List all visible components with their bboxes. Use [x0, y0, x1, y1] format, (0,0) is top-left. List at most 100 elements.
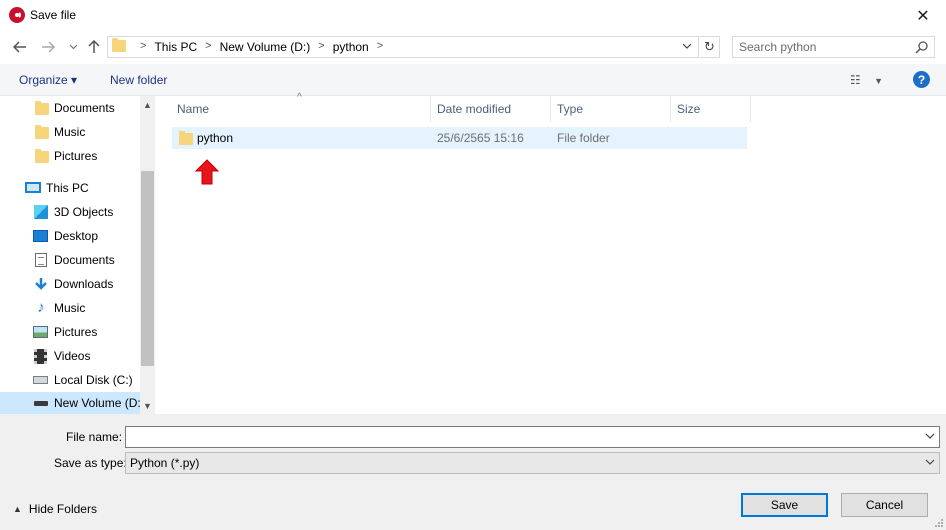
resize-grip-icon[interactable] — [934, 518, 944, 528]
breadcrumb-python[interactable]: python — [333, 40, 369, 54]
column-divider[interactable] — [750, 96, 751, 122]
scroll-down-icon[interactable]: ▼ — [140, 397, 155, 414]
new-folder-button[interactable]: New folder — [110, 73, 167, 87]
scrollbar-thumb[interactable] — [141, 171, 154, 366]
file-name: python — [197, 131, 234, 145]
column-header-name[interactable]: Name — [170, 96, 430, 122]
document-icon — [35, 253, 47, 267]
scroll-up-icon[interactable]: ▲ — [140, 96, 155, 113]
column-header-label: Name — [177, 102, 210, 116]
cube-icon — [34, 205, 48, 219]
sidebar-item-new-volume-d[interactable]: New Volume (D:) — [0, 392, 145, 414]
up-arrow-icon[interactable] — [85, 38, 103, 56]
sidebar-item-videos[interactable]: Videos — [0, 345, 140, 367]
sidebar-item-label: Pictures — [54, 325, 98, 339]
sidebar-item-label: Desktop — [54, 229, 99, 243]
address-bar[interactable]: > This PC > New Volume (D:) > python > — [107, 36, 699, 58]
sidebar-item-this-pc[interactable]: This PC — [0, 177, 140, 199]
breadcrumb-separator-icon: > — [318, 40, 325, 52]
breadcrumb-new-volume[interactable]: New Volume (D:) — [220, 40, 311, 54]
sidebar-item-3d-objects[interactable]: 3D Objects — [0, 201, 140, 223]
chevron-down-icon: ▼ — [874, 76, 884, 86]
sidebar-item-music-quick[interactable]: Music — [0, 121, 140, 143]
navigation-pane: Documents Music Pictures This PC 3D Obje… — [0, 96, 155, 414]
download-icon — [35, 278, 47, 290]
refresh-icon[interactable]: ↻ — [700, 36, 720, 58]
file-name-field[interactable] — [125, 426, 940, 448]
column-header-label: Date modified — [437, 102, 512, 116]
command-bar: Organize ▾ New folder ☷ ▼ ? — [0, 64, 946, 96]
sidebar-item-desktop[interactable]: Desktop — [0, 225, 140, 247]
save-as-type-select[interactable]: Python (*.py) — [125, 452, 940, 474]
sidebar-item-label: Music — [54, 125, 86, 139]
search-box[interactable] — [732, 36, 935, 58]
column-header-date-modified[interactable]: Date modified — [430, 96, 550, 122]
column-header-type[interactable]: Type — [550, 96, 670, 122]
sidebar-item-music[interactable]: ♪ Music — [0, 297, 140, 319]
folder-icon — [35, 101, 49, 115]
window-title: Save file — [30, 8, 77, 22]
breadcrumb-separator-icon: > — [376, 40, 384, 52]
file-type: File folder — [557, 131, 610, 145]
chevron-down-icon[interactable] — [925, 430, 935, 442]
file-list: ^ Name Date modified Type Size python 25… — [155, 92, 946, 414]
sidebar-item-label: 3D Objects — [54, 205, 114, 219]
picture-icon — [33, 326, 48, 338]
title-bar: Save file ✕ — [0, 0, 946, 31]
sidebar-item-label: New Volume (D:) — [54, 396, 145, 410]
sidebar-item-label: Local Disk (C:) — [54, 373, 133, 387]
folder-icon — [35, 149, 49, 163]
drive-icon — [33, 376, 48, 384]
hide-folders-label: Hide Folders — [28, 502, 97, 516]
help-button[interactable]: ? — [913, 71, 930, 88]
sidebar-scrollbar[interactable]: ▲ ▼ — [140, 96, 155, 414]
folder-icon — [112, 38, 126, 52]
forward-arrow-icon[interactable] — [39, 38, 57, 56]
search-input[interactable] — [739, 40, 909, 54]
sidebar-item-label: Documents — [54, 253, 115, 267]
folder-icon — [35, 125, 49, 139]
video-icon — [34, 349, 47, 364]
breadcrumb: > This PC > New Volume (D:) > python > — [132, 40, 391, 54]
search-icon — [915, 41, 928, 54]
address-dropdown-chevron-icon[interactable] — [682, 40, 692, 52]
sidebar-item-documents-quick[interactable]: Documents — [0, 97, 140, 119]
close-button[interactable]: ✕ — [900, 0, 946, 31]
sidebar-item-pictures[interactable]: Pictures — [0, 321, 140, 343]
sidebar-item-pictures-quick[interactable]: Pictures — [0, 145, 140, 167]
sidebar-item-label: Music — [54, 301, 86, 315]
desktop-icon — [33, 230, 48, 242]
column-header-label: Size — [677, 102, 701, 116]
organize-button[interactable]: Organize ▾ — [19, 73, 77, 87]
file-name-label: File name: — [66, 430, 123, 444]
sidebar-item-label: Videos — [54, 349, 91, 363]
breadcrumb-this-pc[interactable]: This PC — [154, 40, 197, 54]
file-date-modified: 25/6/2565 15:16 — [437, 131, 524, 145]
sidebar-item-label: Pictures — [54, 149, 98, 163]
recent-locations-chevron-icon[interactable] — [64, 38, 82, 56]
hide-folders-button[interactable]: ▲ Hide Folders — [13, 502, 97, 516]
chevron-down-icon — [925, 456, 935, 468]
app-icon — [9, 7, 25, 23]
sidebar-item-label: This PC — [46, 181, 89, 195]
table-row[interactable]: python 25/6/2565 15:16 File folder — [172, 127, 747, 149]
sidebar-item-local-disk-c[interactable]: Local Disk (C:) — [0, 369, 140, 391]
details-view-icon: ☷ — [850, 73, 861, 87]
column-header-label: Type — [557, 102, 584, 116]
save-as-type-value: Python (*.py) — [130, 456, 200, 470]
sidebar-item-label: Documents — [54, 101, 115, 115]
change-view-button[interactable]: ☷ ▼ — [850, 73, 883, 87]
sidebar-item-documents[interactable]: Documents — [0, 249, 140, 271]
save-button[interactable]: Save — [741, 493, 828, 517]
folder-icon — [179, 131, 193, 145]
column-header-size[interactable]: Size — [670, 96, 750, 122]
back-arrow-icon[interactable] — [11, 38, 29, 56]
sidebar-item-downloads[interactable]: Downloads — [0, 273, 140, 295]
music-icon: ♪ — [37, 299, 45, 316]
cancel-button[interactable]: Cancel — [841, 493, 928, 517]
save-options-panel: File name: Save as type: Python (*.py) ▲… — [0, 414, 946, 530]
red-up-arrow-icon — [195, 159, 219, 185]
sidebar-item-label: Downloads — [54, 277, 114, 291]
chevron-up-icon: ▲ — [13, 504, 22, 514]
computer-icon — [25, 182, 41, 193]
